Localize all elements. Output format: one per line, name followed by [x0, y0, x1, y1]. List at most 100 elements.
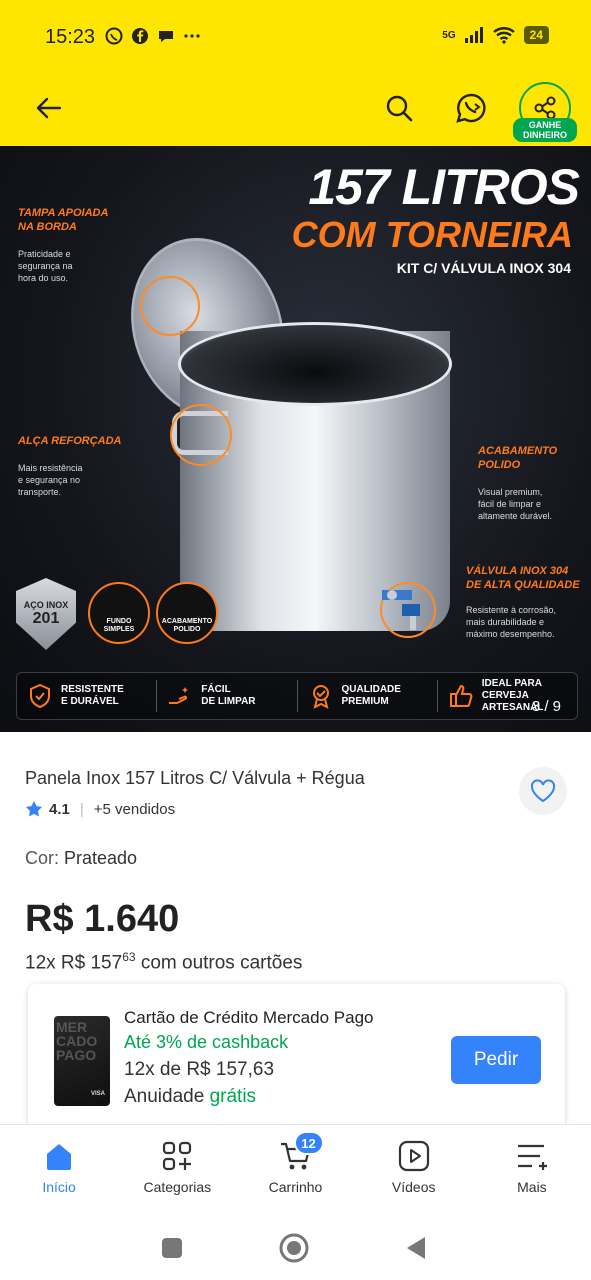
promo-installments: 12x de R$ 157,63	[124, 1059, 275, 1080]
rating-separator: |	[79, 800, 84, 818]
nav-cart[interactable]: 12 Carrinho	[236, 1125, 354, 1212]
installments-cents: 63	[122, 950, 136, 964]
shield-label: AÇO INOX	[23, 600, 69, 610]
categories-icon	[163, 1141, 192, 1171]
back-system-button[interactable]	[398, 1230, 434, 1266]
finish-badge: ACABAMENTO POLIDO	[156, 582, 218, 644]
product-title: Panela Inox 157 Litros C/ Válvula + Régu…	[25, 768, 365, 788]
price: R$ 1.640	[25, 898, 180, 940]
favorite-button[interactable]	[519, 767, 567, 815]
back-arrow-icon	[36, 97, 62, 119]
nav-categories[interactable]: Categorias	[118, 1125, 236, 1212]
product-image-carousel[interactable]: 157 LITROS COM TORNEIRA KIT C/ VÁLVULA I…	[0, 146, 591, 732]
shield-number: 201	[32, 610, 60, 627]
handle-callout-text: Mais resistência e segurança no transpor…	[18, 463, 83, 497]
back-button[interactable]	[27, 86, 71, 130]
valve-callout-title: VÁLVULA INOX 304 DE ALTA QUALIDADE	[466, 565, 580, 591]
valve-icon	[382, 590, 420, 630]
hero-subtitle: COM TORNEIRA	[291, 214, 573, 255]
card-logo-text: MER CADO PAGO	[56, 1019, 98, 1063]
nav-label: Categorias	[143, 1179, 212, 1195]
network-label: 5G	[442, 29, 456, 41]
annuity-value: grátis	[209, 1086, 257, 1107]
thumbs-up-icon	[449, 684, 473, 707]
header: GANHE DINHEIRO	[0, 78, 591, 146]
installments-suffix: com outros cartões	[135, 952, 303, 974]
recents-button[interactable]	[154, 1230, 190, 1266]
feature-item: QUALIDADE PREMIUM	[298, 680, 438, 712]
bottom-navigation: Início Categorias 12 Carrinho Vídeos Mai…	[0, 1124, 591, 1212]
whatsapp-icon	[105, 27, 123, 45]
chat-icon	[159, 31, 173, 42]
clean-hand-icon	[169, 687, 189, 704]
installments-prefix: 12x R$ 157	[25, 952, 123, 974]
handle-highlight	[170, 404, 232, 466]
recents-icon	[162, 1238, 182, 1258]
promo-annuity: Anuidade grátis	[124, 1086, 256, 1108]
nav-label: Mais	[517, 1179, 547, 1195]
nav-more[interactable]: Mais	[473, 1125, 591, 1212]
top-bar: 15:23 5G 24 GANHE DINHEIRO	[0, 0, 591, 146]
nav-label: Carrinho	[268, 1179, 323, 1195]
home-system-button[interactable]	[276, 1230, 312, 1266]
color-value: Prateado	[64, 848, 138, 868]
feature-item: RESISTENTE E DURÁVEL	[17, 680, 158, 712]
credit-card-promo[interactable]: MER CADO PAGO VISA Cartão de Crédito Mer…	[28, 984, 565, 1129]
image-counter: 3 / 9	[531, 698, 561, 715]
color-selector[interactable]: Cor: Prateado	[25, 848, 137, 869]
home-icon	[47, 1144, 72, 1170]
shield-check-icon	[30, 683, 50, 709]
nav-home[interactable]: Início	[0, 1125, 118, 1212]
rating-row[interactable]: 4.1 | +5 vendidos	[25, 800, 175, 818]
system-navigation-bar	[0, 1212, 591, 1280]
nav-label: Início	[42, 1179, 76, 1195]
lid-callout-title: TAMPA APOIADA NA BORDA	[18, 207, 109, 233]
earn-money-badge: GANHE DINHEIRO	[513, 118, 577, 142]
search-icon	[386, 95, 413, 122]
earn-money-share-button[interactable]: GANHE DINHEIRO	[513, 82, 577, 142]
quality-medal-icon	[312, 685, 329, 709]
steel-grade-shield: AÇO INOX 201	[16, 578, 76, 650]
home-circle-icon	[279, 1233, 309, 1263]
credit-card-image: MER CADO PAGO VISA	[54, 1016, 110, 1106]
feature-label: IDEAL PARA CERVEJA ARTESANAL	[481, 678, 544, 713]
menu-icon	[517, 1144, 547, 1170]
handle-callout-title: ALÇA REFORÇADA	[18, 435, 122, 447]
whatsapp-share-icon	[456, 93, 486, 123]
promo-title: Cartão de Crédito Mercado Pago	[124, 1008, 374, 1027]
hero-title: 157 LITROS	[308, 159, 580, 215]
finish-callout-title: ACABAMENTO POLIDO	[478, 445, 558, 471]
feature-label: RESISTENTE E DURÁVEL	[61, 684, 124, 707]
card-brand: VISA	[90, 1091, 105, 1097]
notification-icons	[104, 26, 202, 46]
signal-icon	[464, 27, 483, 43]
installments-info: 12x R$ 15763 com outros cartões	[25, 950, 302, 974]
hero-kit-label: KIT C/ VÁLVULA INOX 304	[396, 260, 571, 276]
feature-strip: RESISTENTE E DURÁVEL FÁCIL DE LIMPAR QUA…	[16, 672, 578, 720]
whatsapp-share-button[interactable]	[449, 86, 493, 130]
color-label: Cor:	[25, 848, 65, 868]
heart-icon	[530, 779, 556, 803]
nav-videos[interactable]: Vídeos	[355, 1125, 473, 1212]
annuity-label: Anuidade	[124, 1086, 210, 1107]
pot-rim	[178, 322, 452, 406]
order-card-button[interactable]: Pedir	[451, 1036, 541, 1084]
lid-callout-text: Praticidade e segurança na hora do uso.	[18, 249, 73, 283]
cart-count-badge: 12	[293, 1131, 324, 1155]
battery-indicator: 24	[523, 26, 549, 44]
finish-callout-text: Visual premium, fácil de limpar e altame…	[478, 487, 553, 521]
bottom-badge: FUNDO SIMPLES	[88, 582, 150, 644]
star-icon	[25, 800, 43, 817]
valve-callout-text: Resistente à corrosão, mais durabilidade…	[466, 605, 557, 639]
facebook-icon	[132, 28, 148, 44]
lid-highlight	[140, 276, 200, 336]
system-status: 5G 24	[442, 26, 549, 44]
status-bar: 15:23 5G 24	[0, 0, 591, 78]
nav-label: Vídeos	[391, 1179, 436, 1195]
play-icon	[398, 1140, 429, 1172]
wifi-icon	[492, 27, 515, 44]
sold-count: +5 vendidos	[93, 800, 176, 818]
search-button[interactable]	[377, 86, 421, 130]
more-icon	[184, 34, 200, 38]
rating-score: 4.1	[49, 800, 70, 818]
